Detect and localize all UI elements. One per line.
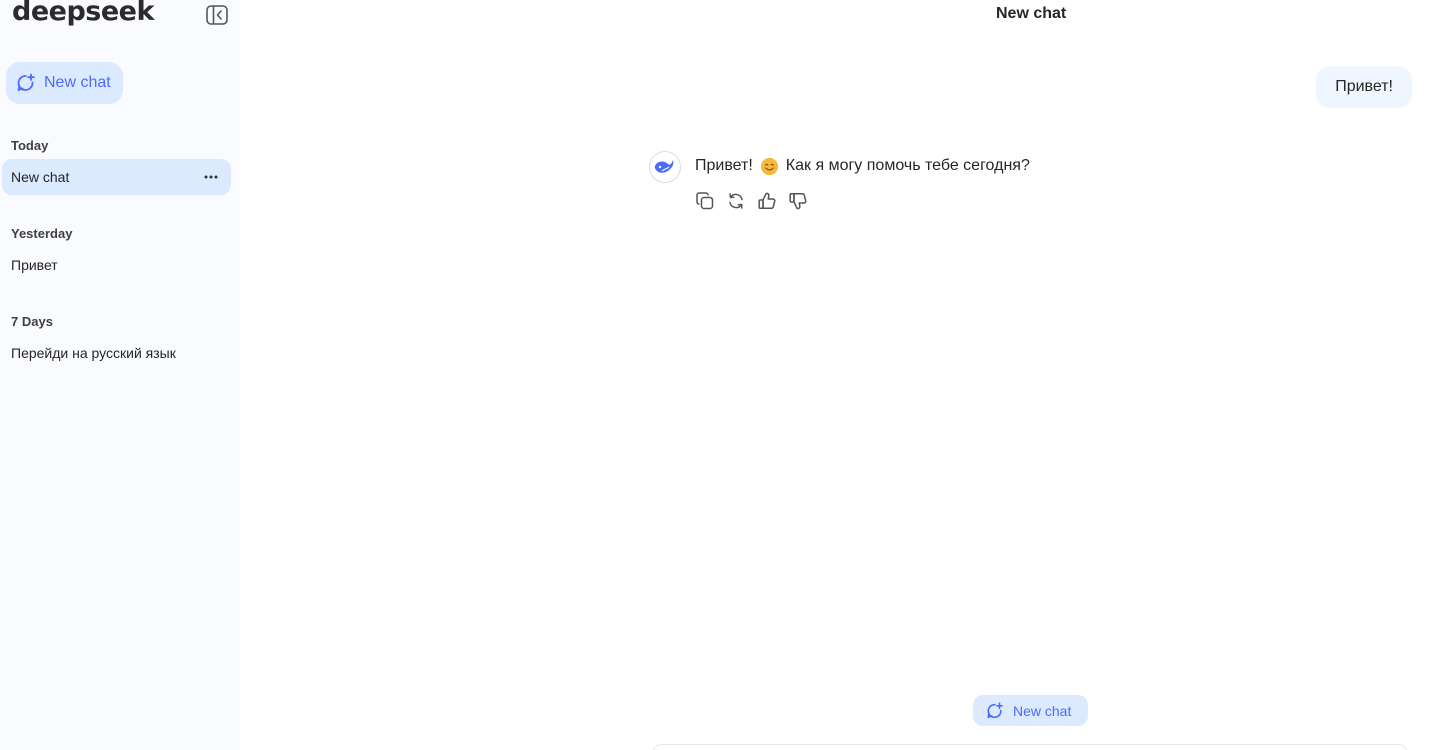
assistant-message-greeting: Привет! xyxy=(695,157,753,174)
new-chat-label: New chat xyxy=(44,74,111,91)
section-label-yesterday: Yesterday xyxy=(11,226,73,241)
section-label-7-days: 7 Days xyxy=(11,314,53,329)
conversation-title: Привет xyxy=(11,257,58,273)
ellipsis-icon xyxy=(204,175,218,179)
user-message-text: Привет! xyxy=(1335,78,1393,95)
bottom-new-chat-button[interactable]: New chat xyxy=(973,695,1088,726)
message-actions xyxy=(695,191,808,211)
copy-icon xyxy=(696,192,714,210)
user-message-bubble: Привет! xyxy=(1316,66,1412,108)
regenerate-icon xyxy=(729,193,743,209)
conversation-item-privet[interactable]: Привет xyxy=(2,247,231,283)
chat-main: New chat Привет! Привет! Как я могу помо… xyxy=(240,0,1440,750)
regenerate-button[interactable] xyxy=(726,191,746,211)
thumbs-up-icon xyxy=(758,192,776,210)
deepseek-logo: deepseek xyxy=(12,0,154,27)
smiling-face-emoji-icon xyxy=(760,157,778,175)
collapse-sidebar-button[interactable] xyxy=(205,4,229,26)
chat-title: New chat xyxy=(996,5,1067,22)
deepseek-whale-icon xyxy=(654,160,674,173)
assistant-message-question: Как я могу помочь тебе сегодня? xyxy=(785,157,1030,174)
sidebar: deepseek New chat Today New chat Yesterd… xyxy=(0,0,240,750)
more-options-button[interactable] xyxy=(203,169,219,185)
conversation-title: New chat xyxy=(11,169,70,185)
thumbs-down-icon xyxy=(789,192,807,210)
new-chat-icon xyxy=(16,73,36,93)
dislike-button[interactable] xyxy=(788,191,808,211)
like-button[interactable] xyxy=(757,191,777,211)
bottom-new-chat-label: New chat xyxy=(1013,702,1072,719)
conversation-title: Перейди на русский язык xyxy=(11,345,176,361)
section-label-today: Today xyxy=(11,138,49,153)
sidebar-collapse-icon xyxy=(206,5,228,25)
assistant-message: Привет! Как я могу помочь тебе сегодня? xyxy=(695,157,1030,175)
conversation-item-new-chat[interactable]: New chat xyxy=(2,159,231,195)
message-input-box[interactable] xyxy=(652,744,1408,750)
new-chat-button[interactable]: New chat xyxy=(6,62,123,104)
assistant-avatar xyxy=(649,151,681,183)
conversation-item-russian[interactable]: Перейди на русский язык xyxy=(2,335,231,371)
copy-button[interactable] xyxy=(695,191,715,211)
new-chat-icon xyxy=(987,702,1003,718)
app-window: deepseek New chat Today New chat Yesterd… xyxy=(0,0,1440,750)
